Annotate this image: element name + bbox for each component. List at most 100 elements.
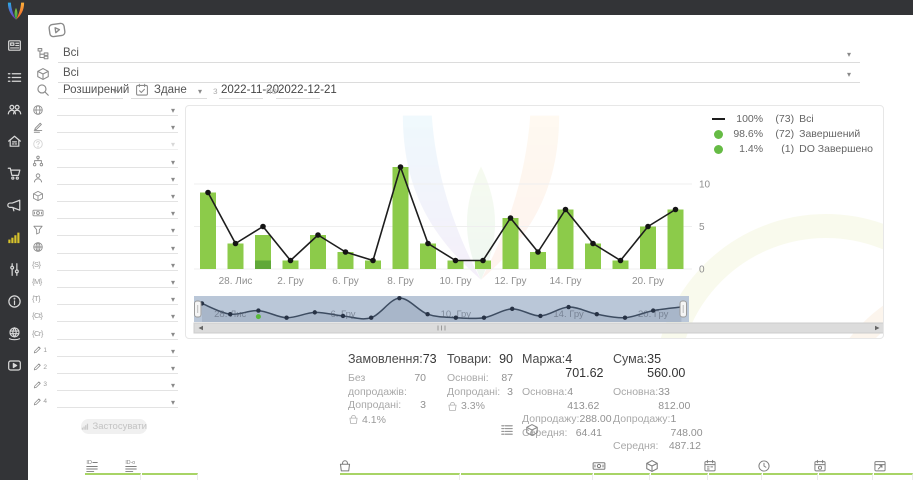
help-video-button[interactable] <box>45 20 69 41</box>
filter-select-site[interactable]: ▾ <box>57 241 178 254</box>
filter-select-payment[interactable]: ▾ <box>57 206 178 219</box>
filter-row-unknown: ▾ <box>32 135 178 152</box>
stat-header: Товари:90 <box>447 352 513 366</box>
sidebar-item-orders-list[interactable] <box>6 70 22 85</box>
legend-item[interactable]: 1.4%(1)DO Завершено <box>711 143 873 155</box>
filter-select-utm-source[interactable]: ▾ <box>57 258 178 271</box>
sidebar-item-cart[interactable] <box>6 166 22 181</box>
filter-row-utm-campaign: {Cr}▾ <box>32 324 178 341</box>
filter-select-funnel[interactable]: ▾ <box>57 223 178 236</box>
table-cell[interactable] <box>142 473 198 480</box>
filter-row-notes: ▾ <box>32 118 178 135</box>
stat-subrow: Середня:487.12 <box>613 440 701 454</box>
column-products-icon[interactable] <box>645 459 659 473</box>
column-basket-icon[interactable] <box>338 459 352 473</box>
sidebar-item-video-tutorials[interactable] <box>6 358 22 373</box>
filter-select-custom-field-4[interactable]: ▾ <box>57 395 178 408</box>
legend-item[interactable]: 98.6%(72)Завершений <box>711 128 873 140</box>
sidebar-item-shop[interactable] <box>6 134 22 149</box>
chevron-down-icon[interactable]: ▾ <box>198 87 202 96</box>
table-cell[interactable] <box>461 473 593 480</box>
legend-item[interactable]: 100%(73)Всі <box>711 113 873 125</box>
f-funnel-icon <box>32 223 47 236</box>
i-sliders <box>7 262 22 277</box>
table-cell[interactable] <box>594 473 650 480</box>
filter-select-utm-term[interactable]: ▾ <box>57 292 178 305</box>
table-cell[interactable] <box>874 473 913 480</box>
column-date-export-icon[interactable] <box>873 459 887 473</box>
top-bar <box>0 0 913 15</box>
toggle-products-table[interactable] <box>525 423 539 437</box>
product-filter[interactable]: Всі <box>63 67 79 79</box>
legend-count: (72) <box>768 128 794 140</box>
filter-select-notes[interactable]: ▾ <box>57 120 178 133</box>
i-cart <box>7 166 22 181</box>
chevron-down-icon: ▾ <box>171 209 175 218</box>
v-list <box>500 423 514 437</box>
sidebar-item-customers[interactable] <box>6 102 22 117</box>
column-time-icon[interactable] <box>757 459 771 473</box>
filter-row-utm-medium: {M}▾ <box>32 273 178 290</box>
sidebar-item-localization[interactable] <box>6 326 22 341</box>
svg-text:10: 10 <box>699 180 711 191</box>
stat-title: Сума: <box>613 352 647 380</box>
filter-row-funnel: ▾ <box>32 221 178 238</box>
column-date-done-icon[interactable] <box>813 459 827 473</box>
column-id-icon[interactable] <box>85 459 99 473</box>
column-sum-icon[interactable] <box>592 459 606 473</box>
stat-subrow: Основна:33 812.00 <box>613 386 701 413</box>
chevron-down-icon: ▾ <box>171 278 175 287</box>
filter-select-utm-campaign[interactable]: ▾ <box>57 327 178 340</box>
chevron-down-icon[interactable]: ▾ <box>113 87 117 96</box>
legend-pct: 100% <box>730 113 763 125</box>
column-date-created-icon[interactable] <box>703 459 717 473</box>
stat-column: Сума:35 560.00Основна:33 812.00Допродажу… <box>613 352 701 454</box>
date-to-label: по <box>266 86 277 97</box>
chevron-down-icon: ▾ <box>171 398 175 407</box>
minimap-handle <box>680 301 687 317</box>
sidebar-item-boards[interactable] <box>6 38 22 53</box>
filter-row-custom-field-4: 4▾ <box>32 393 178 410</box>
stat-subrow: Основна:4 413.62 <box>522 386 602 413</box>
filter-select-country[interactable]: ▾ <box>57 103 178 116</box>
filter-select-structure[interactable]: ▾ <box>57 155 178 168</box>
chevron-down-icon: ▾ <box>171 226 175 235</box>
product-box-icon <box>36 67 50 81</box>
category-filter[interactable]: Всі <box>63 47 79 59</box>
filter-select-product[interactable]: ▾ <box>57 189 178 202</box>
f-globe2-icon <box>32 241 47 254</box>
filter-select-utm-content[interactable]: ▾ <box>57 309 178 322</box>
sidebar-item-analytics[interactable] <box>6 230 22 245</box>
chevron-down-icon[interactable]: ▾ <box>847 50 851 59</box>
filter-row-custom-field-2: 2▾ <box>32 359 178 376</box>
date-to-input[interactable]: 2022-12-21 <box>278 84 337 96</box>
date-type-select[interactable]: Здане <box>154 84 187 96</box>
table-cell[interactable] <box>340 473 460 480</box>
legend-label: DO Завершено <box>799 143 873 155</box>
search-icon[interactable] <box>36 83 50 97</box>
chevron-down-icon[interactable]: ▾ <box>847 70 851 79</box>
search-mode-underline <box>58 98 123 99</box>
filter-select-custom-field-3[interactable]: ▾ <box>57 378 178 391</box>
filter-row-custom-field-3: 3▾ <box>32 376 178 393</box>
filter-select-manager[interactable]: ▾ <box>57 172 178 185</box>
search-mode-select[interactable]: Розширений <box>63 84 129 96</box>
column-order-id-icon[interactable] <box>124 459 138 473</box>
table-cell[interactable] <box>819 473 873 480</box>
sidebar-item-settings[interactable] <box>6 262 22 277</box>
filter-select-custom-field-2[interactable]: ▾ <box>57 361 178 374</box>
table-cell[interactable] <box>709 473 762 480</box>
svg-text:20. Гру: 20. Гру <box>632 276 664 287</box>
table-cell[interactable] <box>651 473 708 480</box>
table-cell[interactable] <box>763 473 818 480</box>
toggle-orders-table[interactable] <box>500 423 514 437</box>
svg-text:28. Лис: 28. Лис <box>219 276 253 287</box>
sidebar-item-marketing[interactable] <box>6 198 22 213</box>
filter-select-custom-field-1[interactable]: ▾ <box>57 344 178 357</box>
table-cell[interactable] <box>85 473 141 480</box>
filter-panel: ▾▾▾▾▾▾▾▾▾{S}▾{M}▾{T}▾{Ct}▾{Cr}▾1▾2▾3▾4▾ <box>32 101 178 410</box>
f-pencil-icon: 3 <box>32 378 47 391</box>
sidebar-item-info[interactable] <box>6 294 22 309</box>
filter-select-utm-medium[interactable]: ▾ <box>57 275 178 288</box>
apply-filters-button[interactable]: Застосувати <box>81 419 147 434</box>
